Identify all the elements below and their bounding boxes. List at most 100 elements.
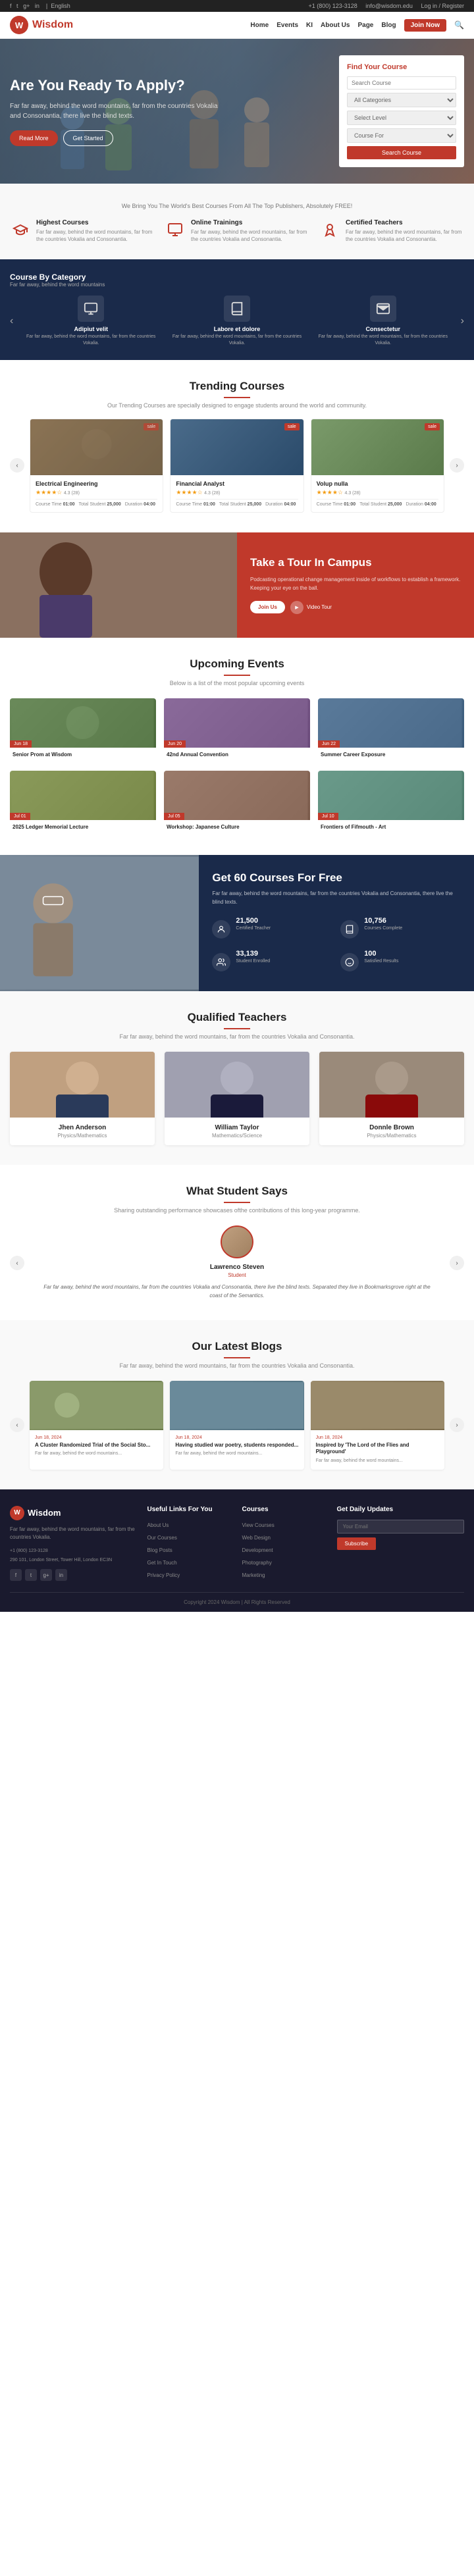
- nav-events[interactable]: Events: [276, 22, 298, 29]
- search-course-button[interactable]: Search Course: [347, 146, 456, 159]
- sale-badge-2: sale: [284, 423, 300, 430]
- footer-course-5[interactable]: Marketing: [242, 1572, 265, 1578]
- footer-links-title: Useful Links For You: [147, 1506, 232, 1513]
- stat-students: 33,139 Student Enrolled: [212, 950, 332, 975]
- course-search-input[interactable]: [347, 76, 456, 90]
- level-select[interactable]: Select Level: [347, 111, 456, 125]
- event-2-date: Jun 20: [164, 740, 186, 748]
- gp-icon[interactable]: g+: [23, 3, 30, 9]
- in-icon[interactable]: in: [35, 3, 40, 9]
- event-card-2[interactable]: Jun 20 42nd Annual Convention: [164, 698, 310, 763]
- category-card-2[interactable]: Labore et dolore Far far away, behind th…: [167, 296, 307, 347]
- blog-card-1[interactable]: Jun 18, 2024 A Cluster Randomized Trial …: [30, 1381, 163, 1470]
- testimonials-section: What Student Says Sharing outstanding pe…: [0, 1165, 474, 1320]
- footer-logo-icon: W: [10, 1506, 24, 1520]
- join-us-button[interactable]: Join Us: [250, 601, 285, 613]
- nav-blog[interactable]: Blog: [381, 22, 396, 29]
- footer-link-contact[interactable]: Get In Touch: [147, 1560, 177, 1566]
- newsletter-email-input[interactable]: [337, 1520, 465, 1533]
- video-tour-button[interactable]: ▶ Video Tour: [290, 601, 332, 614]
- event-card-1[interactable]: Jun 18 Senior Prom at Wisdom: [10, 698, 156, 763]
- category-prev-arrow[interactable]: ‹: [10, 315, 13, 327]
- footer-course-4[interactable]: Photography: [242, 1560, 272, 1566]
- nav-page[interactable]: Page: [357, 22, 373, 29]
- course-card-volup[interactable]: sale Volup nulla ★★★★☆ 4.3 (28) Course T…: [311, 419, 444, 513]
- course-card-electrical[interactable]: sale Electrical Engineering ★★★★☆ 4.3 (2…: [30, 419, 163, 513]
- event-img-2: Jun 20: [164, 698, 310, 748]
- footer-gp-icon[interactable]: g+: [40, 1569, 52, 1581]
- teacher-card-2[interactable]: William Taylor Mathematics/Science: [165, 1052, 309, 1145]
- blogs-title-block: Our Latest Blogs Far far away, behind th…: [10, 1340, 464, 1369]
- teacher-card-3[interactable]: Donnle Brown Physics/Mathematics: [319, 1052, 464, 1145]
- course-2-stars: ★★★★☆ 4.3 (28): [176, 489, 298, 496]
- footer-social: f t g+ in: [10, 1569, 138, 1581]
- category-card-1[interactable]: Adipiut velit Far far away, behind the w…: [21, 296, 161, 347]
- event-card-4[interactable]: Jul 01 2025 Ledger Memorial Lecture: [10, 771, 156, 835]
- teacher-1-name: Jhen Anderson: [15, 1124, 149, 1131]
- features-title: We Bring You The World's Best Courses Fr…: [10, 203, 464, 209]
- testimonial-content: Lawrenco Steven Student Far far away, be…: [31, 1225, 443, 1301]
- course-card-financial[interactable]: sale Financial Analyst ★★★★☆ 4.3 (28) Co…: [170, 419, 303, 513]
- nav-home[interactable]: Home: [250, 22, 269, 29]
- testimonial-prev-button[interactable]: ‹: [10, 1256, 24, 1270]
- footer-link-blog[interactable]: Blog Posts: [147, 1547, 172, 1553]
- category-card-3[interactable]: Consectetur Far far away, behind the wor…: [313, 296, 453, 347]
- footer-link-courses[interactable]: Our Courses: [147, 1535, 177, 1541]
- blog-img-3: [311, 1381, 444, 1430]
- nav-ki[interactable]: KI: [306, 22, 313, 29]
- footer-link-privacy[interactable]: Privacy Policy: [147, 1572, 180, 1578]
- blog-card-3[interactable]: Jun 18, 2024 Inspired by 'The Lord of th…: [311, 1381, 444, 1470]
- event-5-title: Workshop: Japanese Culture: [167, 824, 307, 830]
- fb-icon[interactable]: f: [10, 3, 12, 9]
- testimonial-name: Lawrenco Steven: [38, 1264, 436, 1271]
- event-3-title: Summer Career Exposure: [321, 752, 461, 758]
- join-now-button[interactable]: Join Now: [404, 19, 446, 32]
- course-1-title: Electrical Engineering: [36, 480, 157, 487]
- blog-3-title: Inspired by 'The Lord of the Flies and P…: [316, 1442, 439, 1456]
- free-courses-desc: Far far away, behind the word mountains,…: [212, 890, 461, 907]
- event-card-5[interactable]: Jul 05 Workshop: Japanese Culture: [164, 771, 310, 835]
- category-select[interactable]: All Categories: [347, 93, 456, 107]
- blogs-next-button[interactable]: ›: [450, 1418, 464, 1432]
- blog-1-excerpt: Far far away, behind the word mountains.…: [35, 1451, 158, 1457]
- site-logo[interactable]: W Wisdom: [10, 16, 73, 34]
- category-next-arrow[interactable]: ›: [461, 315, 464, 327]
- event-5-date: Jul 05: [164, 813, 184, 820]
- footer-tw-icon[interactable]: t: [25, 1569, 37, 1581]
- footer-course-2[interactable]: Web Design: [242, 1535, 271, 1541]
- footer-bottom: Copyright 2024 Wisdom | All Rights Reser…: [10, 1592, 464, 1605]
- blog-img-2: [170, 1381, 303, 1430]
- blogs-prev-button[interactable]: ‹: [10, 1418, 24, 1432]
- footer-course-3[interactable]: Development: [242, 1547, 273, 1553]
- tw-icon[interactable]: t: [16, 3, 18, 9]
- teachers-title-block: Qualified Teachers Far far away, behind …: [10, 1011, 464, 1040]
- stat-satisfied: 100 Satisfied Results: [340, 950, 461, 975]
- courses-next-button[interactable]: ›: [450, 458, 464, 473]
- blog-card-2[interactable]: Jun 18, 2024 Having studied war poetry, …: [170, 1381, 303, 1470]
- campus-right-content: Take a Tour In Campus Podcasting operati…: [237, 532, 474, 638]
- footer-in-icon[interactable]: in: [55, 1569, 67, 1581]
- testimonial-next-button[interactable]: ›: [450, 1256, 464, 1270]
- login-register[interactable]: Log in / Register: [421, 3, 464, 9]
- get-started-button[interactable]: Get Started: [63, 130, 113, 146]
- course-for-select[interactable]: Course For: [347, 128, 456, 143]
- search-icon[interactable]: 🔍: [454, 20, 464, 30]
- courses-prev-button[interactable]: ‹: [10, 458, 24, 473]
- footer-fb-icon[interactable]: f: [10, 1569, 22, 1581]
- teacher-card-1[interactable]: Jhen Anderson Physics/Mathematics: [10, 1052, 155, 1145]
- read-more-button[interactable]: Read More: [10, 130, 58, 146]
- teachers-title: Qualified Teachers: [10, 1011, 464, 1024]
- newsletter-subscribe-button[interactable]: Subscribe: [337, 1537, 377, 1550]
- footer-course-1[interactable]: View Courses: [242, 1522, 275, 1528]
- nav-menu: Home Events KI About Us Page Blog Join N…: [250, 19, 464, 32]
- footer-phone: +1 (800) 123-3128: [10, 1547, 138, 1555]
- event-img-6: Jul 10: [318, 771, 464, 820]
- event-card-3[interactable]: Jun 22 Summer Career Exposure: [318, 698, 464, 763]
- language-selector[interactable]: English: [51, 3, 70, 9]
- testimonials-subtitle: Sharing outstanding performance showcase…: [10, 1207, 464, 1214]
- nav-about[interactable]: About Us: [321, 22, 350, 29]
- event-card-6[interactable]: Jul 10 Frontiers of Fifmouth - Art: [318, 771, 464, 835]
- category-items: ‹ Adipiut velit Far far away, behind the…: [10, 296, 464, 347]
- certified-icon: [212, 920, 230, 939]
- footer-link-about[interactable]: About Us: [147, 1522, 169, 1528]
